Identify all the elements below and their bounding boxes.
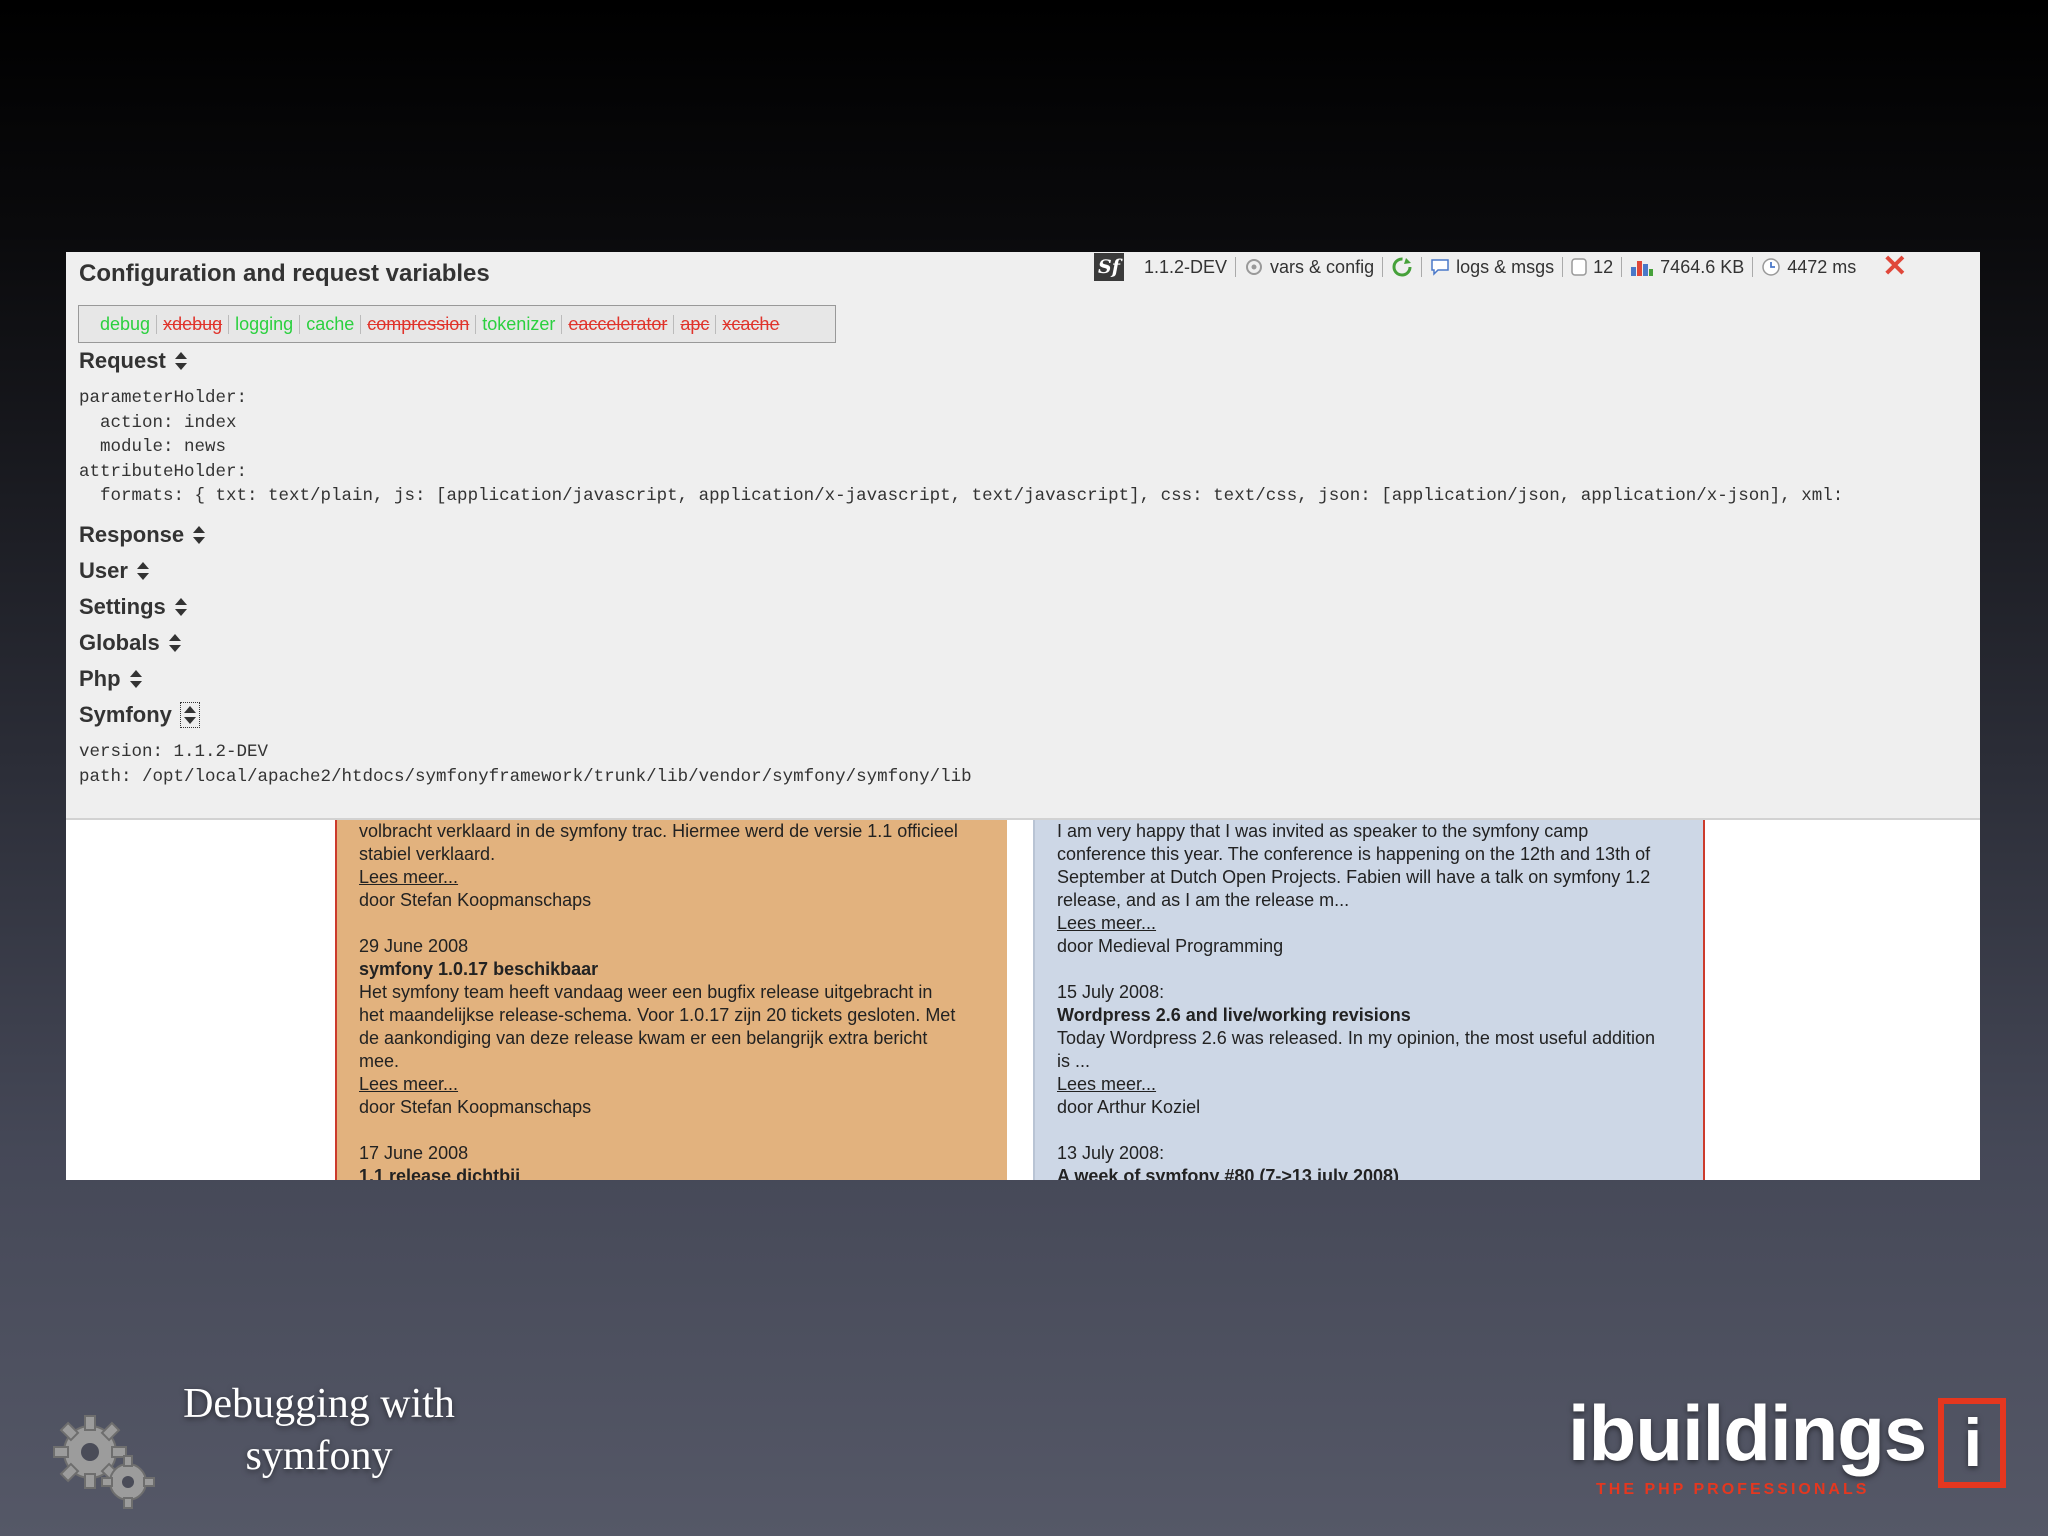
section-php[interactable]: Php [79,666,143,692]
news-text: is ... [1057,1051,1091,1071]
section-label: Settings [79,594,166,619]
database-queries-button[interactable]: 12 [1571,257,1613,278]
toggle-arrows-icon [179,702,200,728]
filter-compression[interactable]: compression [361,314,475,335]
filter-logging[interactable]: logging [229,314,299,335]
news-text: volbracht verklaard in de symfony trac. … [359,821,958,841]
database-icon [1571,258,1587,276]
news-date: 15 July 2008: [1057,982,1165,1002]
news-title: 1.1 release dichtbij [359,1166,521,1180]
news-text: stabiel verklaard. [359,844,496,864]
news-text: het maandelijkse release-schema. Voor 1.… [359,1005,956,1025]
news-title: Wordpress 2.6 and live/working revisions [1057,1005,1411,1025]
toggle-arrows-icon [168,632,182,654]
news-text: de aankondiging van deze release kwam er… [359,1028,928,1048]
filter-xcache[interactable]: xcache [716,314,785,335]
time-indicator[interactable]: 4472 ms [1761,257,1856,278]
toggle-arrows-icon [129,668,143,690]
symfony-logo-icon[interactable]: Sf [1094,253,1124,281]
log-filters: debug xdebug logging cache compression t… [78,305,836,343]
toolbar-version: 1.1.2-DEV [1144,256,1228,277]
section-globals[interactable]: Globals [79,630,182,656]
section-label: Globals [79,630,160,655]
news-text: mee. [359,1051,400,1071]
section-response[interactable]: Response [79,522,206,548]
reload-icon [1392,257,1412,277]
filter-debug[interactable]: debug [94,314,156,335]
section-label: Symfony [79,702,172,727]
news-text: I am very happy that I was invited as sp… [1057,821,1589,841]
filter-apc[interactable]: apc [674,314,715,335]
toggle-arrows-icon [136,560,150,582]
news-author: door Medieval Programming [1057,936,1284,956]
read-more-link[interactable]: Lees meer... [359,1073,985,1096]
filter-eaccelerator[interactable]: eaccelerator [562,314,673,335]
clock-icon [1762,258,1780,276]
section-label: Php [79,666,121,691]
symfony-dump: version: 1.1.2-DEV path: /opt/local/apac… [79,742,972,787]
news-author: door Arthur Koziel [1057,1097,1201,1117]
queries-count: 12 [1593,256,1614,277]
panel-title: Configuration and request variables [79,260,490,287]
filter-xdebug[interactable]: xdebug [157,314,228,335]
request-dump: parameterHolder: action: index module: n… [79,388,1844,506]
debug-panel: Configuration and request variables Sf 1… [66,252,1980,820]
filter-cache[interactable]: cache [300,314,360,335]
news-date: 29 June 2008 [359,936,469,956]
toggle-arrows-icon [174,596,188,618]
slide-title: Debugging with symfony [183,1381,455,1479]
news-column-right: I am very happy that I was invited as sp… [1033,812,1705,1180]
section-request[interactable]: Request [79,348,188,374]
brand-tagline: THE PHP PROFESSIONALS [1596,1481,1870,1498]
news-author: door Stefan Koopmanschaps [359,1097,592,1117]
section-user[interactable]: User [79,558,150,584]
read-more-link[interactable]: Lees meer... [1057,912,1681,935]
time-value: 4472 ms [1787,256,1857,277]
vars-config-button[interactable]: vars & config [1244,257,1374,278]
section-label: Request [79,348,166,373]
logs-msgs-button[interactable]: logs & msgs [1430,257,1554,278]
section-label: Response [79,522,185,547]
filter-tokenizer[interactable]: tokenizer [476,314,561,335]
section-settings[interactable]: Settings [79,594,188,620]
config-icon [1246,259,1263,275]
read-more-link[interactable]: Lees meer... [1057,1073,1681,1096]
memory-chart-icon [1631,261,1654,276]
speech-bubble-icon [1431,259,1449,276]
logo-box: i [1938,1398,2007,1488]
news-text: conference this year. The conference is … [1057,844,1651,864]
reload-button[interactable] [1391,256,1413,278]
vars-config-label: vars & config [1270,256,1375,277]
section-symfony[interactable]: Symfony [79,702,200,728]
toggle-arrows-icon [174,350,188,372]
logs-msgs-label: logs & msgs [1456,256,1555,277]
debug-toolbar: Sf 1.1.2-DEV vars & config logs & msgs 1… [1094,252,1907,282]
news-date: 13 July 2008: [1057,1143,1165,1163]
gears-icon [53,1415,155,1509]
news-text: release, and as I am the release m... [1057,890,1350,910]
toggle-arrows-icon [192,524,206,546]
news-author: door Stefan Koopmanschaps [359,890,592,910]
news-text: Het symfony team heeft vandaag weer een … [359,982,933,1002]
read-more-link[interactable]: Lees meer... [359,866,985,889]
close-icon[interactable]: ✕ [1882,252,1907,282]
news-date: 17 June 2008 [359,1143,469,1163]
browser-screenshot: volbracht verklaard in de symfony trac. … [66,252,1980,1180]
news-title: A week of symfony #80 (7->13 july 2008) [1057,1166,1399,1180]
memory-value: 7464.6 KB [1660,256,1745,277]
section-label: User [79,558,128,583]
news-text: September at Dutch Open Projects. Fabien… [1057,867,1651,887]
news-text: Today Wordpress 2.6 was released. In my … [1057,1028,1655,1048]
memory-indicator[interactable]: 7464.6 KB [1630,257,1744,278]
news-title: symfony 1.0.17 beschikbaar [359,959,599,979]
news-column-left: volbracht verklaard in de symfony trac. … [335,812,1007,1180]
